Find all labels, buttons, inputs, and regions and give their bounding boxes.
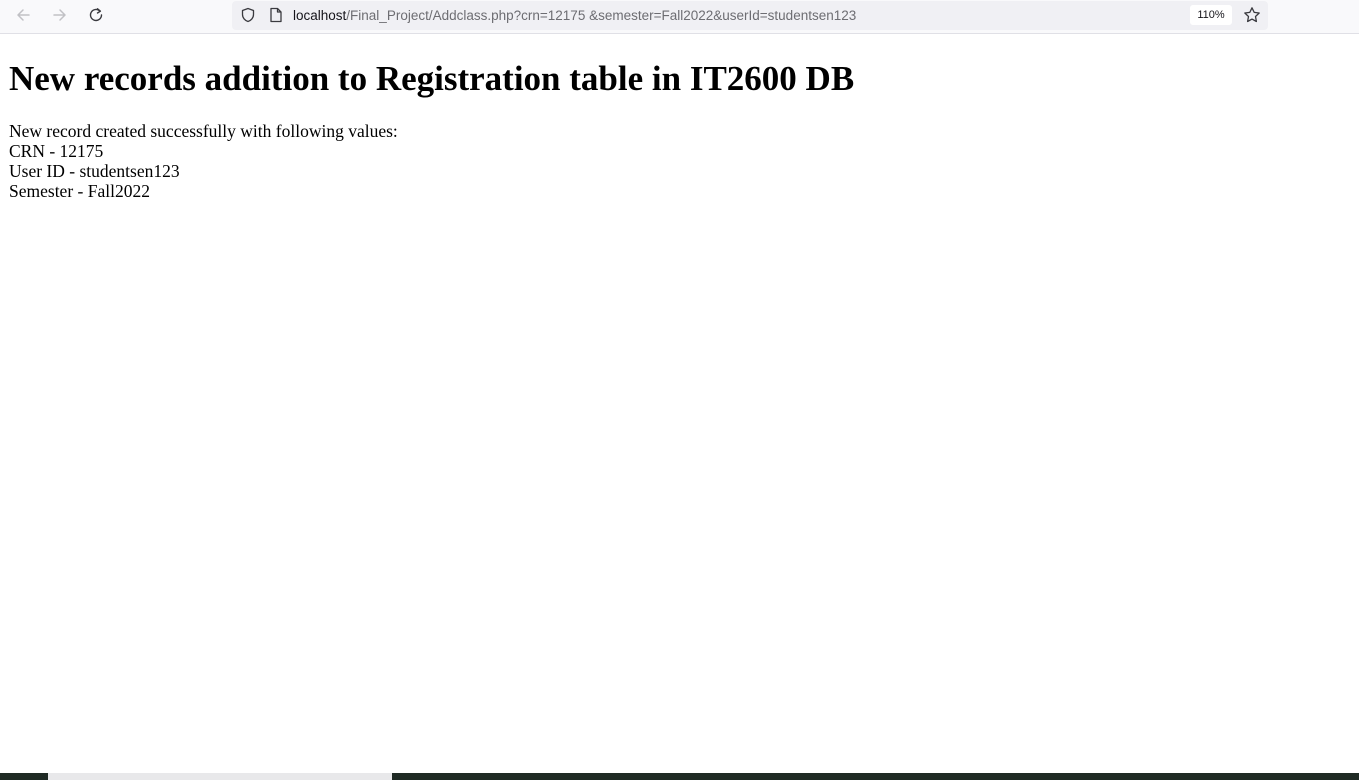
star-icon[interactable] <box>1243 6 1261 29</box>
taskbar-window-tab[interactable] <box>48 773 392 780</box>
url-text[interactable]: localhost/Final_Project/Addclass.php?crn… <box>293 7 856 24</box>
arrow-right-icon <box>52 7 68 23</box>
reload-icon <box>88 7 104 23</box>
success-message: New record created successfully with fol… <box>9 121 398 141</box>
page-heading: New records addition to Registration tab… <box>9 59 855 98</box>
user-id-value: User ID - studentsen123 <box>9 161 180 181</box>
url-host: localhost <box>293 8 347 23</box>
zoom-level-button[interactable]: 110% <box>1190 5 1232 25</box>
semester-value: Semester - Fall2022 <box>9 181 150 201</box>
back-button[interactable] <box>10 4 36 26</box>
browser-toolbar: localhost/Final_Project/Addclass.php?crn… <box>0 0 1359 34</box>
url-bar[interactable]: localhost/Final_Project/Addclass.php?crn… <box>232 1 1268 30</box>
page-content: New records addition to Registration tab… <box>9 57 854 201</box>
forward-button[interactable] <box>47 4 73 26</box>
result-message: New record created successfully with fol… <box>9 121 854 201</box>
shield-icon[interactable] <box>240 7 256 28</box>
url-path: /Final_Project/Addclass.php?crn=12175 &s… <box>346 8 857 23</box>
reload-button[interactable] <box>83 4 109 26</box>
page-icon[interactable] <box>269 7 283 28</box>
arrow-left-icon <box>15 7 31 23</box>
crn-value: CRN - 12175 <box>9 141 104 161</box>
